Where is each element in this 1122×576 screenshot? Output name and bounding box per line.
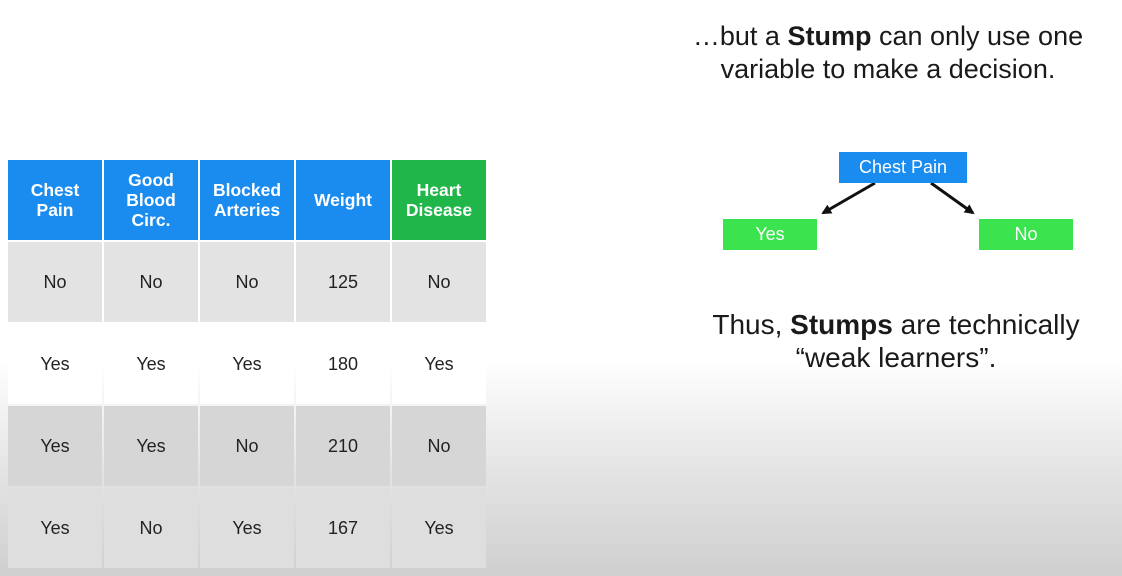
table-cell: 167	[296, 488, 390, 568]
table-cell: Yes	[392, 488, 486, 568]
header-blocked-arteries: Blocked Arteries	[200, 160, 294, 240]
table-cell: Yes	[200, 324, 294, 404]
table-cell: No	[8, 242, 102, 322]
table-cell: 180	[296, 324, 390, 404]
table-cell: Yes	[200, 488, 294, 568]
header-good-blood-circ: Good Blood Circ.	[104, 160, 198, 240]
stump-leaf-yes: Yes	[723, 219, 817, 250]
table-cell: Yes	[8, 488, 102, 568]
table-cell: No	[200, 242, 294, 322]
table-cell: No	[104, 242, 198, 322]
table-cell: Yes	[392, 324, 486, 404]
table-cell: 210	[296, 406, 390, 486]
caption-text: can only use one	[871, 21, 1084, 51]
caption-text: variable to make a decision.	[720, 54, 1056, 84]
bottom-caption: Thus, Stumps are technically “weak learn…	[636, 308, 1122, 374]
data-table: Chest Pain Good Blood Circ. Blocked Arte…	[8, 160, 486, 568]
table-cell: Yes	[104, 324, 198, 404]
stump-root-node: Chest Pain	[839, 152, 967, 183]
caption-emphasis: Stump	[787, 21, 872, 51]
caption-text: Thus,	[712, 309, 791, 340]
table-cell: Yes	[8, 324, 102, 404]
table-cell: No	[200, 406, 294, 486]
top-caption: …but a Stump can only use one variable t…	[628, 20, 1122, 86]
header-weight: Weight	[296, 160, 390, 240]
edge-right-arrow	[930, 181, 975, 215]
header-chest-pain: Chest Pain	[8, 160, 102, 240]
table-cell: No	[392, 242, 486, 322]
table-cell: 125	[296, 242, 390, 322]
caption-emphasis: Stumps	[790, 309, 893, 340]
caption-text: are technically	[892, 309, 1080, 340]
caption-text: “weak learners”.	[795, 342, 997, 373]
table-cell: Yes	[104, 406, 198, 486]
stump-leaf-no: No	[979, 219, 1073, 250]
edge-left-arrow	[821, 181, 876, 215]
caption-text: …but a	[692, 21, 788, 51]
table-cell: Yes	[8, 406, 102, 486]
table-cell: No	[392, 406, 486, 486]
header-heart-disease: Heart Disease	[392, 160, 486, 240]
table-cell: No	[104, 488, 198, 568]
